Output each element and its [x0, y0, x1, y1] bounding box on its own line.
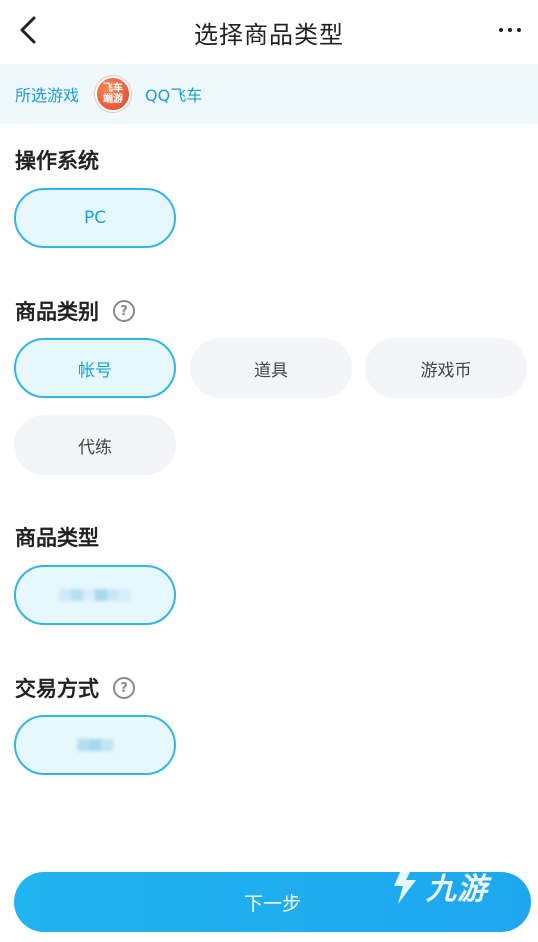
page-title: 选择商品类型: [194, 20, 344, 49]
blurred-content: [77, 739, 113, 751]
category-option-label: 游戏币: [420, 360, 472, 381]
selected-game-name: QQ飞车: [145, 86, 203, 105]
os-option-label: PC: [83, 208, 107, 228]
product-type-option[interactable]: [14, 565, 176, 625]
category-option-coins[interactable]: 游戏币: [365, 338, 527, 398]
help-icon[interactable]: ?: [113, 300, 135, 322]
header: 选择商品类型: [0, 0, 538, 64]
next-step-label: 下一步: [243, 892, 301, 915]
selected-game-banner[interactable]: 所选游戏 飞车 端游 QQ飞车: [0, 64, 538, 124]
os-option-pc[interactable]: PC: [14, 188, 176, 248]
more-dot-icon: [517, 28, 521, 32]
category-option-label: 道具: [254, 360, 288, 381]
category-option-label: 帐号: [78, 360, 112, 381]
trade-section-title: 交易方式 ?: [15, 673, 135, 703]
category-option-boosting[interactable]: 代练: [14, 415, 176, 475]
category-section-title: 商品类别 ?: [15, 296, 135, 326]
game-logo-text-line2: 端游: [103, 94, 124, 105]
chevron-left-icon: [20, 16, 36, 44]
trade-method-option[interactable]: [14, 715, 176, 775]
os-section-title: 操作系统: [15, 145, 99, 175]
product-type-section-title: 商品类型: [15, 522, 99, 552]
os-title-text: 操作系统: [15, 149, 99, 173]
category-option-label: 代练: [78, 437, 112, 458]
more-button[interactable]: [490, 12, 530, 48]
help-icon[interactable]: ?: [113, 677, 135, 699]
page: 选择商品类型 所选游戏 飞车 端游 QQ飞车 操作系统 PC 商品类别 ? 帐号…: [0, 0, 538, 942]
category-title-text: 商品类别: [15, 300, 99, 324]
category-option-account[interactable]: 帐号: [14, 338, 176, 398]
selected-game-label: 所选游戏: [15, 86, 80, 105]
game-logo-icon: 飞车 端游: [95, 76, 132, 112]
back-button[interactable]: [10, 10, 46, 50]
game-logo-text-line1: 飞车: [103, 83, 124, 94]
category-option-items[interactable]: 道具: [190, 338, 352, 398]
product-type-title-text: 商品类型: [15, 526, 99, 550]
next-step-button[interactable]: 下一步: [14, 872, 531, 932]
blurred-content: [59, 589, 131, 601]
more-dot-icon: [499, 28, 503, 32]
trade-title-text: 交易方式: [15, 677, 99, 701]
more-dot-icon: [508, 28, 512, 32]
